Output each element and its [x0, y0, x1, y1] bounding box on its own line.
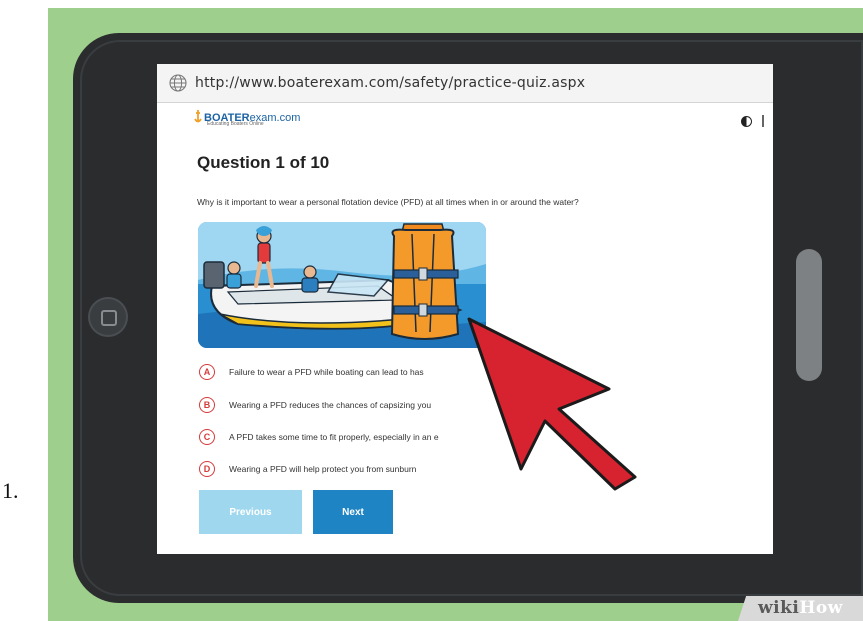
answer-text-c[interactable]: A PFD takes some time to fit properly, e… [229, 432, 439, 442]
answer-letter-c[interactable]: C [199, 429, 215, 445]
url-text[interactable]: http://www.boaterexam.com/safety/practic… [195, 75, 585, 91]
question-text: Why is it important to wear a personal f… [197, 197, 579, 207]
anchor-icon [194, 110, 202, 123]
previous-button[interactable]: Previous [199, 490, 302, 534]
answer-letter-d[interactable]: D [199, 461, 215, 477]
contrast-icon[interactable] [741, 116, 752, 127]
wikihow-watermark: wikiHow [758, 598, 843, 618]
answer-letter-a[interactable]: A [199, 364, 215, 380]
watermark-wiki: wiki [758, 598, 800, 618]
watermark-how: How [799, 598, 843, 618]
question-title: Question 1 of 10 [197, 153, 330, 172]
boat-illustration [198, 222, 486, 348]
answer-text-d[interactable]: Wearing a PFD will help protect you from… [229, 464, 416, 474]
list-number: 1. [2, 478, 19, 503]
home-button[interactable] [88, 297, 128, 337]
logo-tagline: Educating Boaters Online [207, 121, 264, 127]
next-button[interactable]: Next [313, 490, 393, 534]
address-bar[interactable]: http://www.boaterexam.com/safety/practic… [157, 64, 773, 103]
answer-letter-b[interactable]: B [199, 397, 215, 413]
site-logo[interactable]: BOATERexam.com Educating Boaters Online [194, 108, 300, 127]
answer-text-a[interactable]: Failure to wear a PFD while boating can … [229, 367, 424, 377]
cursor-arrow-icon [467, 317, 637, 491]
globe-icon [169, 74, 187, 92]
answer-text-b[interactable]: Wearing a PFD reduces the chances of cap… [229, 400, 431, 410]
side-button[interactable] [796, 249, 822, 381]
menu-divider [762, 115, 764, 127]
